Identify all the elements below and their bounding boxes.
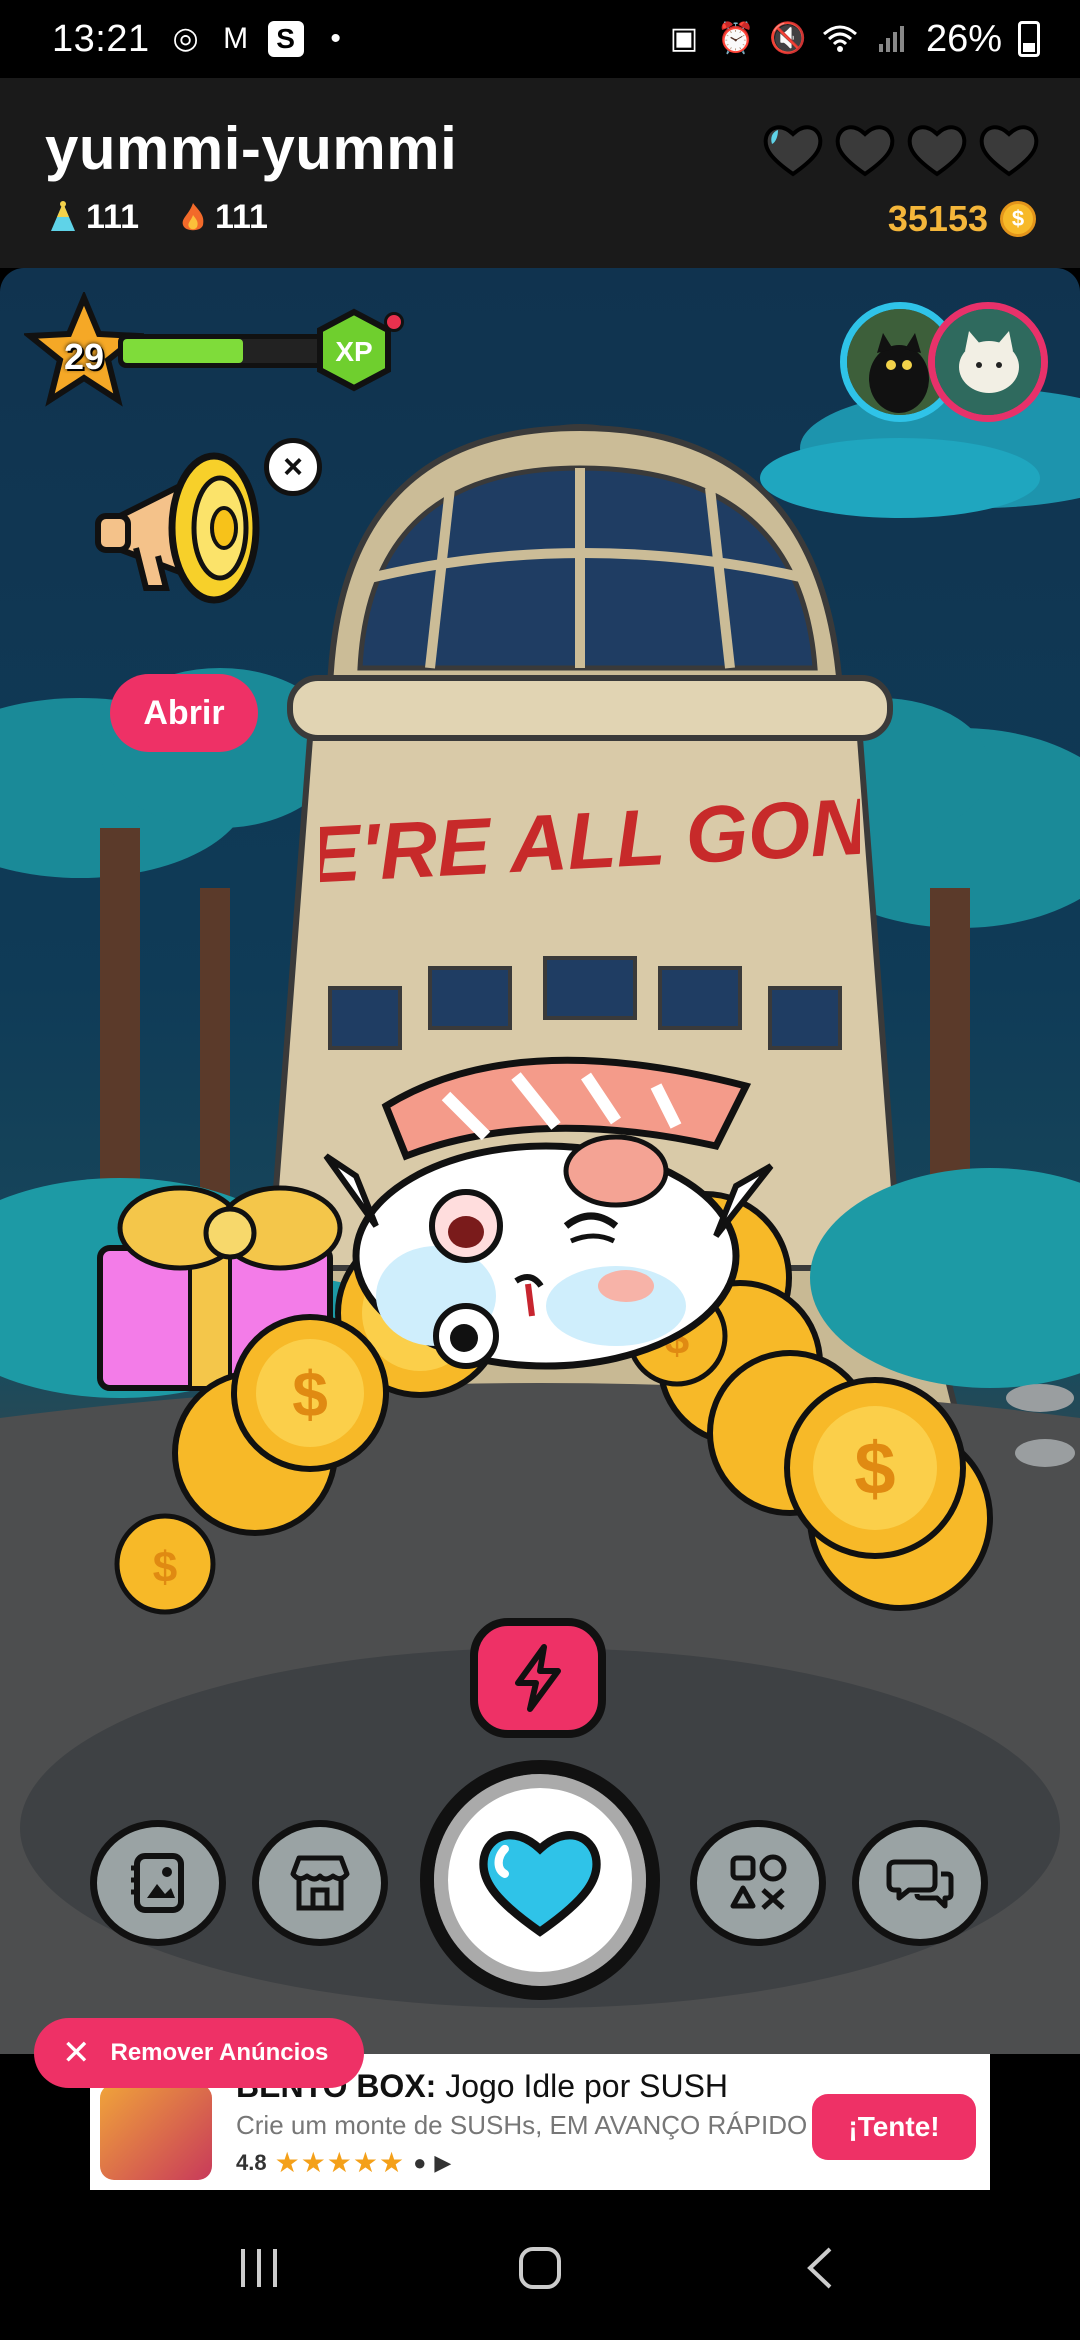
lightning-icon — [515, 1644, 561, 1712]
stat-party-value: 111 — [86, 198, 139, 236]
xp-progress-fill — [123, 339, 243, 363]
heart-icon — [907, 125, 967, 177]
friend-avatars[interactable] — [840, 302, 1050, 422]
mute-icon: 🔇 — [769, 22, 807, 55]
remove-ads-button[interactable]: ✕ Remover Anúncios — [34, 2018, 364, 2088]
heart-icon — [479, 1831, 601, 1937]
recents-icon — [241, 2249, 277, 2287]
ad-subtitle: Crie um monte de SUSHs, EM AVANÇO RÁPIDO — [236, 2110, 808, 2140]
main-heart-button[interactable] — [420, 1760, 660, 2000]
recents-button[interactable] — [220, 2228, 300, 2308]
games-button[interactable] — [690, 1820, 826, 1946]
home-button[interactable] — [500, 2228, 580, 2308]
ad-app-icon — [100, 2084, 212, 2180]
alarm-icon: ⏰ — [717, 22, 755, 55]
coin-count: 35153 — [887, 198, 988, 239]
building-sign-text: WE'RE ALL GONE! — [320, 777, 860, 903]
player-stats: 111 111 — [48, 198, 268, 237]
apple-icon: ● — [413, 2149, 427, 2175]
clock: 13:21 — [52, 17, 150, 60]
album-icon — [131, 1853, 184, 1913]
games-icon — [730, 1854, 787, 1910]
flame-icon — [182, 202, 204, 230]
svg-text:$: $ — [854, 1427, 895, 1510]
game-scene[interactable]: $ $ $ $ $ WE'RE ALL GONE! 29 XP — [0, 268, 1080, 2054]
home-icon — [519, 2247, 561, 2289]
close-icon: ✕ — [62, 2034, 91, 2072]
ad-title-rest: Jogo Idle por SUSH — [436, 2068, 729, 2104]
star-rating-icon: ★★★★★ — [274, 2147, 406, 2178]
close-ad-button[interactable]: × — [264, 438, 322, 496]
play-store-icon: ▶ — [434, 2149, 452, 2175]
shop-button[interactable] — [252, 1820, 388, 1946]
username[interactable]: yummi-yummi — [45, 114, 457, 183]
svg-text:$: $ — [153, 1543, 177, 1592]
close-icon: × — [283, 447, 303, 486]
heart-icon — [835, 125, 895, 177]
ad-cta-button[interactable]: ¡Tente! — [812, 2094, 976, 2160]
lives-hearts[interactable] — [762, 120, 1040, 178]
building-sign: WE'RE ALL GONE! — [320, 777, 860, 903]
chat-icon — [886, 1859, 954, 1909]
sushi-pet-character[interactable] — [316, 1036, 776, 1376]
profile-header: yummi-yummi 111 111 35153 $ — [0, 78, 1080, 268]
xp-progress-bar[interactable] — [118, 334, 328, 368]
xp-badge-label: XP — [335, 336, 372, 367]
coin-icon: $ — [1000, 201, 1036, 237]
notification-dot — [384, 312, 404, 332]
ad-rating: 4.8 ★★★★★ ● ▶ — [236, 2146, 451, 2179]
megaphone-icon[interactable] — [86, 428, 286, 628]
stat-flame: 111 — [179, 198, 268, 237]
s-app-icon: S — [267, 21, 304, 57]
heart-icon — [979, 125, 1039, 177]
target-icon: ◎ — [172, 22, 199, 55]
wifi-icon — [822, 21, 858, 57]
battery-percent: 26% — [925, 17, 1002, 60]
signal-icon — [874, 21, 910, 57]
remove-ads-label: Remover Anúncios — [110, 2039, 329, 2066]
album-button[interactable] — [90, 1820, 226, 1946]
white-cat-avatar[interactable] — [928, 302, 1048, 422]
chat-button[interactable] — [852, 1820, 988, 1946]
open-button[interactable]: Abrir — [110, 674, 258, 752]
heart-icon — [763, 125, 823, 177]
stat-party: 111 — [48, 198, 139, 237]
back-icon — [807, 2247, 832, 2289]
coin-balance[interactable]: 35153 $ — [888, 198, 1036, 240]
back-button[interactable] — [780, 2228, 860, 2308]
gmail-icon: M — [223, 22, 249, 55]
ad-rating-value: 4.8 — [236, 2149, 267, 2175]
party-hat-icon — [51, 200, 75, 231]
status-bar: 13:21 ◎ M S • ▣ ⏰ 🔇 26% — [0, 0, 1080, 78]
boost-button[interactable] — [470, 1618, 606, 1738]
stat-flame-value: 111 — [214, 198, 268, 236]
dot-icon: • — [330, 22, 341, 55]
shop-icon — [290, 1855, 350, 1911]
system-navigation-bar — [0, 2196, 1080, 2340]
battery-icon — [1018, 21, 1040, 57]
sim-icon: ▣ — [669, 22, 699, 55]
